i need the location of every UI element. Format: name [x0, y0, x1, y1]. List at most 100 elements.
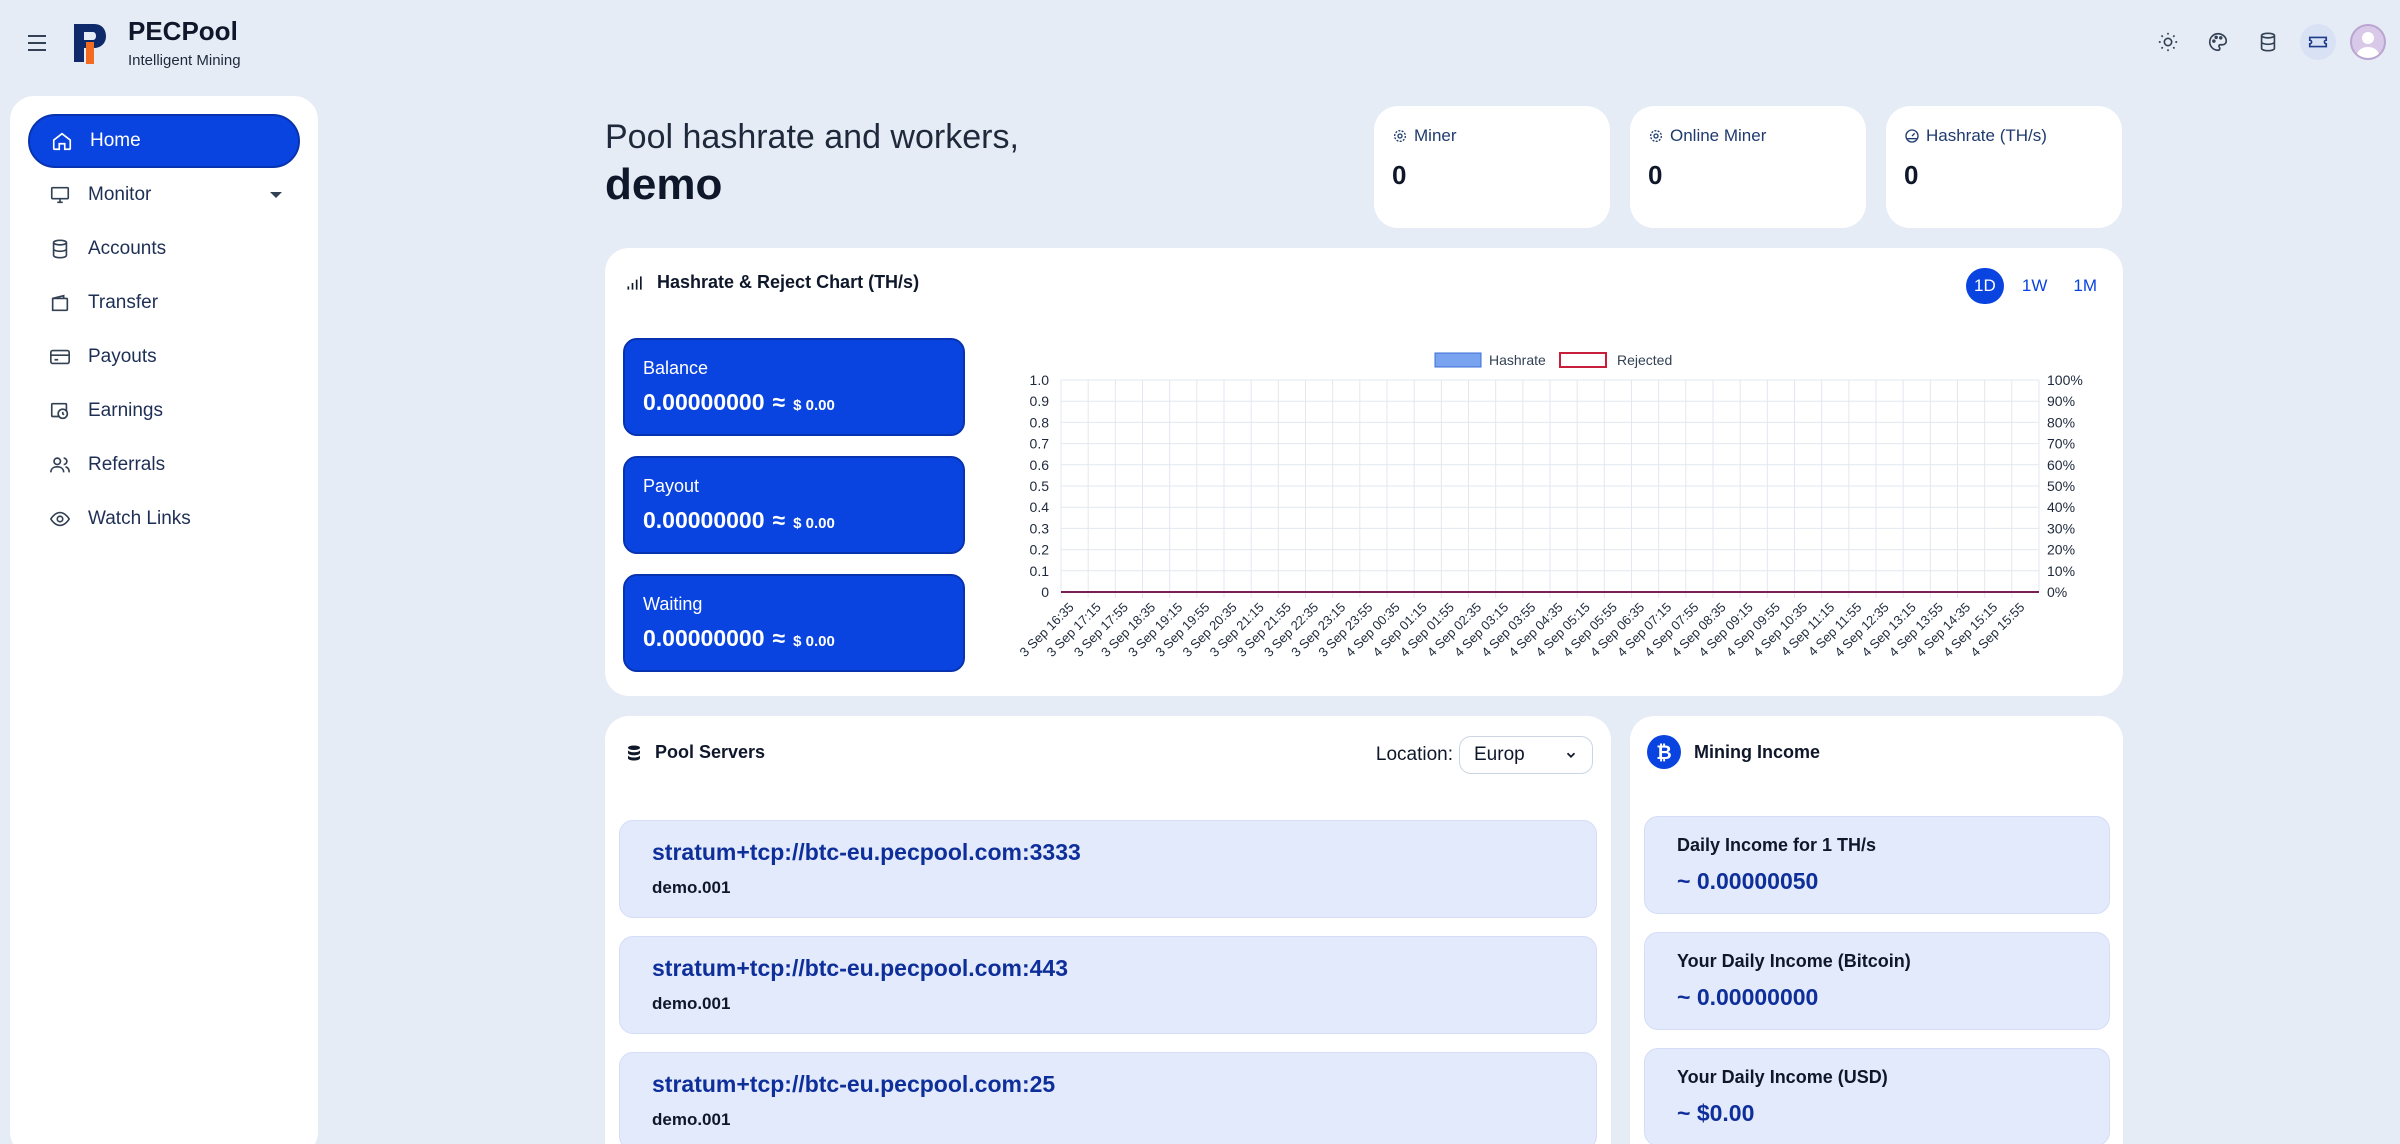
stat-title: Miner — [1414, 126, 1457, 145]
bar-chart-icon — [627, 275, 642, 290]
server-user: demo.001 — [652, 878, 731, 897]
server-url: stratum+tcp://btc-eu.pecpool.com:3333 — [652, 839, 1081, 865]
server-item[interactable]: stratum+tcp://btc-eu.pecpool.com:443 dem… — [619, 936, 1597, 1034]
income-value: ~ 0.00000050 — [1677, 868, 1819, 894]
sidebar-item-payouts[interactable]: Payouts — [28, 330, 300, 384]
greeting-username: demo — [605, 160, 723, 209]
panel-title: Hashrate & Reject Chart (TH/s) — [657, 272, 920, 292]
stat-title: Hashrate (TH/s) — [1926, 126, 2047, 145]
stat-value: 0 — [1648, 160, 1663, 190]
y-tick-label: 0.2 — [1030, 542, 1050, 558]
range-1m-button[interactable]: 1M — [2065, 268, 2105, 304]
wallet-icon — [48, 291, 72, 315]
income-value: ~ $0.00 — [1677, 1100, 1755, 1126]
app-name: PECPool — [128, 16, 238, 46]
server-item[interactable]: stratum+tcp://btc-eu.pecpool.com:3333 de… — [619, 820, 1597, 918]
stat-value: 0 — [1392, 160, 1407, 190]
credit-card-icon — [48, 345, 72, 369]
sidebar-item-label: Payouts — [88, 346, 157, 367]
sidebar-item-label: Watch Links — [88, 508, 191, 529]
clock-money-icon — [48, 399, 72, 423]
y-tick-label: 0.9 — [1030, 393, 1050, 409]
chevron-down-icon — [1566, 752, 1576, 758]
waiting-usd: $ 0.00 — [793, 633, 835, 650]
users-icon — [48, 453, 72, 477]
avatar[interactable] — [2350, 24, 2386, 60]
stat-title: Online Miner — [1670, 126, 1767, 145]
location-value: Europ — [1474, 744, 1525, 765]
y-tick-label: 0.1 — [1030, 563, 1050, 579]
payout-label: Payout — [643, 476, 700, 496]
y-tick-label: 0 — [1041, 584, 1049, 600]
legend-swatch-hashrate — [1434, 352, 1482, 368]
menu-icon[interactable] — [22, 28, 52, 58]
sidebar-item-accounts[interactable]: Accounts — [28, 222, 300, 276]
gear-icon — [1394, 130, 1406, 142]
sidebar-item-label: Accounts — [88, 238, 167, 259]
y2-tick-label: 90% — [2047, 393, 2075, 409]
stat-value: 0 — [1904, 160, 1919, 190]
location-label: Location: — [1375, 744, 1453, 765]
stat-card-hashrate: Hashrate (TH/s) 0 — [1886, 106, 2122, 228]
location-select[interactable]: Europ — [1459, 736, 1593, 774]
palette-icon[interactable] — [2200, 24, 2236, 60]
ticket-icon[interactable] — [2300, 24, 2336, 60]
y-tick-label: 1.0 — [1030, 372, 1050, 388]
sidebar-item-label: Referrals — [88, 454, 166, 475]
balance-amount: 0.00000000 — [643, 389, 765, 415]
income-item: Daily Income for 1 TH/s ~ 0.00000050 — [1644, 816, 2110, 914]
chevron-down-icon — [270, 192, 282, 198]
sidebar-item-referrals[interactable]: Referrals — [28, 438, 300, 492]
server-url: stratum+tcp://btc-eu.pecpool.com:443 — [652, 955, 1068, 981]
income-label: Your Daily Income (Bitcoin) — [1677, 951, 1911, 971]
pecpool-logo — [74, 24, 106, 64]
y2-tick-label: 20% — [2047, 542, 2075, 558]
server-item[interactable]: stratum+tcp://btc-eu.pecpool.com:25 demo… — [619, 1052, 1597, 1144]
sidebar-item-watch-links[interactable]: Watch Links — [28, 492, 300, 546]
income-value: ~ 0.00000000 — [1677, 984, 1819, 1010]
panel-title: Mining Income — [1694, 741, 1820, 762]
y2-tick-label: 100% — [2047, 372, 2083, 388]
range-1w-button[interactable]: 1W — [2014, 268, 2056, 304]
sidebar-item-label: Home — [90, 130, 141, 151]
greeting-text: Pool hashrate and workers, — [605, 118, 1019, 156]
waiting-label: Waiting — [643, 594, 703, 614]
y-tick-label: 0.7 — [1030, 436, 1050, 452]
hashrate-reject-chart: Hashrate Rejected 0 0% 0.1 10% 0.2 20% 0.3 30% 0.4… — [1017, 352, 2083, 660]
server-url: stratum+tcp://btc-eu.pecpool.com:25 — [652, 1071, 1056, 1097]
y2-tick-label: 70% — [2047, 436, 2075, 452]
balance-label: Balance — [643, 358, 709, 378]
income-item: Your Daily Income (Bitcoin) ~ 0.00000000 — [1644, 932, 2110, 1030]
database-icon[interactable] — [2250, 24, 2286, 60]
sidebar-item-monitor[interactable]: Monitor — [28, 168, 300, 222]
y-tick-label: 0.6 — [1030, 457, 1050, 473]
sun-icon[interactable] — [2150, 24, 2186, 60]
sidebar-item-label: Monitor — [88, 184, 152, 205]
sidebar-item-transfer[interactable]: Transfer — [28, 276, 300, 330]
sidebar-item-earnings[interactable]: Earnings — [28, 384, 300, 438]
app-subtitle: Intelligent Mining — [128, 52, 241, 69]
sidebar-item-home[interactable]: Home — [28, 114, 300, 168]
y2-tick-label: 30% — [2047, 520, 2075, 536]
y2-tick-label: 80% — [2047, 414, 2075, 430]
mining-income-panel: ₿ Mining Income Daily Income for 1 TH/s … — [1630, 716, 2123, 1144]
y-tick-label: 0.3 — [1030, 520, 1050, 536]
legend-label-rejected: Rejected — [1617, 352, 1672, 368]
gear-icon — [1650, 130, 1662, 142]
y-tick-label: 0.5 — [1030, 478, 1050, 494]
legend-swatch-rejected — [1559, 352, 1607, 368]
y2-tick-label: 50% — [2047, 478, 2075, 494]
sidebar: Home Monitor Accounts Transfer Payouts E… — [10, 96, 318, 1144]
speedometer-icon — [1905, 129, 1919, 143]
y2-tick-label: 10% — [2047, 563, 2075, 579]
income-label: Your Daily Income (USD) — [1677, 1067, 1888, 1087]
database-icon — [48, 237, 72, 261]
server-user: demo.001 — [652, 1110, 731, 1129]
range-1d-button[interactable]: 1D — [1965, 268, 2004, 304]
approx-sign: ≈ — [772, 389, 786, 415]
approx-sign: ≈ — [772, 507, 786, 533]
legend-label-hashrate: Hashrate — [1489, 352, 1546, 368]
panel-title: Pool Servers — [655, 742, 766, 762]
income-item: Your Daily Income (USD) ~ $0.00 — [1644, 1048, 2110, 1144]
y-tick-label: 0.4 — [1030, 499, 1050, 515]
